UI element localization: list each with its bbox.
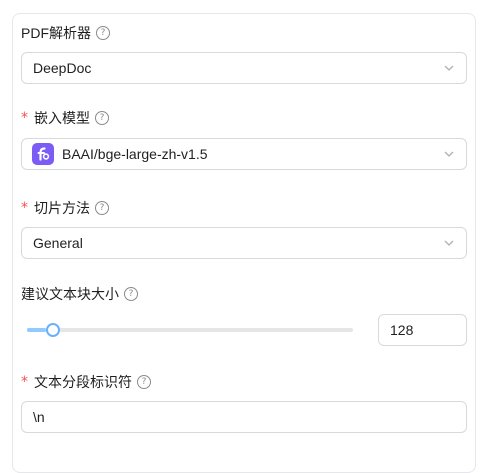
delimiter-value: \n <box>33 409 45 425</box>
question-circle-icon[interactable]: ? <box>96 26 110 40</box>
chunk-size-value: 128 <box>390 322 414 338</box>
chunk-size-label: 建议文本块大小 ? <box>21 284 138 304</box>
pdf-parser-label: PDF解析器 ? <box>21 23 110 43</box>
question-circle-icon[interactable]: ? <box>124 287 138 301</box>
pdf-parser-select[interactable]: DeepDoc <box>21 52 467 84</box>
required-mark: * <box>21 110 28 126</box>
chevron-down-icon <box>444 240 454 246</box>
slider-fill <box>27 328 46 332</box>
chevron-down-icon <box>444 65 454 71</box>
embedding-model-value: BAAI/bge-large-zh-v1.5 <box>62 146 208 162</box>
chunk-method-value: General <box>33 235 83 251</box>
embedding-model-select[interactable]: BAAI/bge-large-zh-v1.5 <box>21 138 467 170</box>
question-circle-icon[interactable]: ? <box>137 375 151 389</box>
delimiter-input[interactable]: \n <box>21 401 467 433</box>
slider-handle[interactable] <box>46 323 60 337</box>
chunk-size-input[interactable]: 128 <box>378 314 467 346</box>
chunk-size-slider[interactable] <box>27 328 353 332</box>
chevron-down-icon <box>444 151 454 157</box>
model-provider-logo-icon <box>32 143 54 165</box>
pdf-parser-value: DeepDoc <box>33 60 92 76</box>
embedding-model-label-text: 嵌入模型 <box>34 110 90 126</box>
embedding-model-label: * 嵌入模型 ? <box>21 108 109 128</box>
chunk-method-label-text: 切片方法 <box>34 200 90 216</box>
pdf-parser-label-text: PDF解析器 <box>21 25 91 41</box>
delimiter-label: * 文本分段标识符 ? <box>21 372 151 392</box>
chunk-size-label-text: 建议文本块大小 <box>21 286 119 302</box>
question-circle-icon[interactable]: ? <box>95 201 109 215</box>
chunk-method-select[interactable]: General <box>21 227 467 259</box>
required-mark: * <box>21 200 28 216</box>
question-circle-icon[interactable]: ? <box>95 111 109 125</box>
required-mark: * <box>21 374 28 390</box>
chunk-method-label: * 切片方法 ? <box>21 198 109 218</box>
delimiter-label-text: 文本分段标识符 <box>34 374 132 390</box>
